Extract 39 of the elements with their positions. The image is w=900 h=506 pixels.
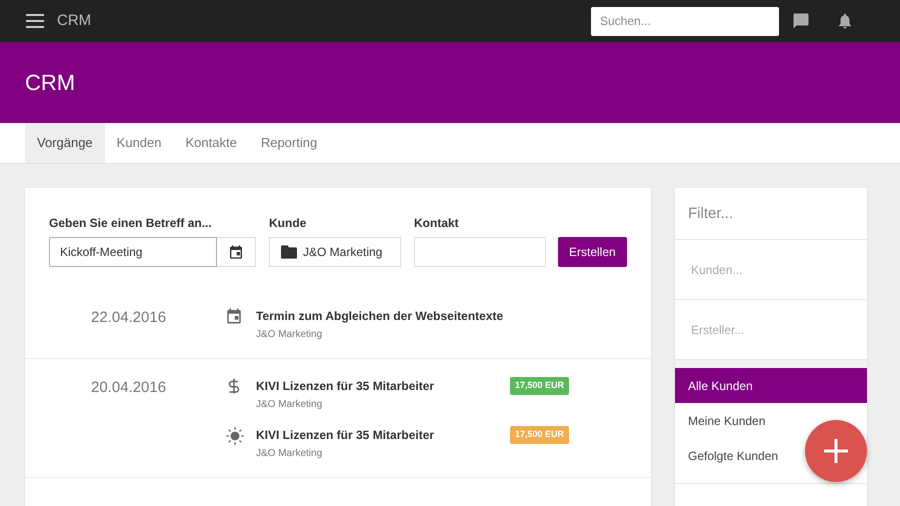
amount-badge: 17,500 EUR bbox=[510, 426, 569, 444]
customer-field[interactable]: J&O Marketing bbox=[269, 237, 401, 267]
sun-icon bbox=[225, 426, 245, 446]
contact-field[interactable] bbox=[414, 237, 546, 267]
customer-value: J&O Marketing bbox=[303, 244, 382, 261]
field-label: Geben Sie einen Betreff an... bbox=[49, 215, 213, 232]
activity-customer: J&O Marketing bbox=[256, 328, 324, 342]
date-picker-button[interactable] bbox=[217, 237, 256, 267]
activity-title[interactable]: KIVI Lizenzen für 35 Mitarbeiter bbox=[256, 377, 510, 395]
chat-icon[interactable] bbox=[792, 12, 810, 30]
tab[interactable]: Vorgänge bbox=[25, 123, 105, 163]
tab[interactable]: Reporting bbox=[248, 123, 330, 163]
activity-title[interactable]: KIVI Lizenzen für 35 Mitarbeiter bbox=[256, 426, 510, 444]
filter-item[interactable]: Alle Kunden bbox=[675, 368, 867, 403]
bell-icon[interactable] bbox=[836, 12, 854, 30]
tab[interactable]: Kontakte bbox=[174, 123, 249, 163]
create-button[interactable]: Erstellen bbox=[558, 237, 627, 267]
filter-input[interactable]: Kunden... bbox=[675, 240, 867, 300]
date-label: 22.04.2016 bbox=[90, 308, 168, 328]
menu-icon[interactable] bbox=[26, 14, 44, 28]
plus-icon bbox=[824, 439, 848, 463]
field-label: Kontakt bbox=[414, 215, 460, 232]
amount-badge: 17,500 EUR bbox=[510, 377, 569, 394]
calendar-icon bbox=[225, 307, 243, 325]
filter-field[interactable]: Filter... bbox=[675, 188, 867, 240]
tab[interactable]: Kunden bbox=[104, 123, 174, 163]
app-title: CRM bbox=[57, 10, 92, 31]
activity-customer: J&O Marketing bbox=[256, 447, 324, 461]
filter-item[interactable]: Meine Kunden bbox=[675, 403, 778, 438]
field-label: Kunde bbox=[269, 215, 308, 232]
activity-customer: J&O Marketing bbox=[256, 398, 324, 412]
filter-item[interactable]: Gefolgte Kunden bbox=[675, 438, 792, 473]
folder-icon bbox=[281, 245, 297, 259]
date-label: 20.04.2016 bbox=[90, 378, 168, 398]
search-field[interactable]: Suchen... bbox=[591, 6, 779, 36]
activity-title[interactable]: Termin zum Abgleichen der Webseitentexte bbox=[256, 307, 627, 325]
subject-field[interactable]: Kickoff-Meeting bbox=[49, 237, 217, 267]
page-title: CRM bbox=[25, 69, 76, 97]
calendar-icon bbox=[228, 244, 244, 260]
